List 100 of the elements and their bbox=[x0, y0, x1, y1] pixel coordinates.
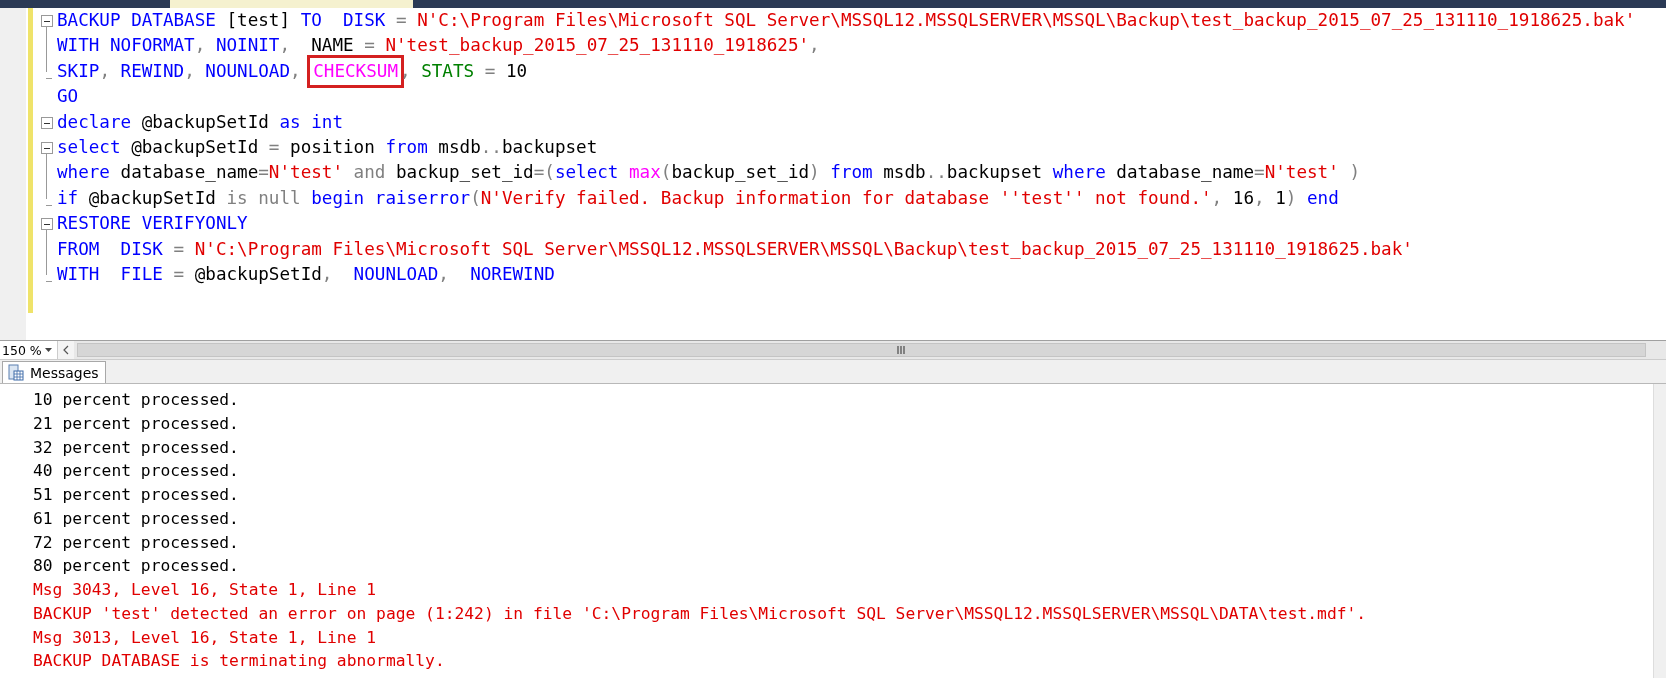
sql-operator: , bbox=[184, 59, 196, 83]
sql-keyword: DISK bbox=[120, 237, 164, 261]
vertical-scrollbar[interactable] bbox=[1653, 384, 1666, 678]
sql-operator: is bbox=[226, 186, 249, 210]
sql-operator: ( bbox=[470, 186, 481, 210]
sql-keyword: as bbox=[279, 110, 302, 134]
sql-operator: .. bbox=[925, 161, 947, 185]
sql-operator: =( bbox=[533, 161, 555, 185]
sql-operator: ) bbox=[809, 161, 821, 185]
sql-identifier: backup_set_id bbox=[671, 161, 810, 185]
sql-operator: , bbox=[400, 59, 412, 83]
messages-tab[interactable]: Messages bbox=[2, 361, 106, 383]
sql-keyword: from bbox=[385, 135, 429, 159]
sql-keyword: DISK bbox=[343, 9, 387, 32]
sql-keyword: FILE bbox=[120, 262, 164, 286]
scroll-left-button[interactable] bbox=[57, 341, 74, 359]
sql-keyword: TO bbox=[300, 9, 323, 32]
sql-keyword: select bbox=[554, 161, 620, 185]
sql-keyword: raiserror bbox=[374, 186, 471, 210]
sql-operator: .. bbox=[480, 135, 502, 159]
message-line: 80 percent processed. bbox=[33, 555, 240, 578]
sql-operator: , bbox=[321, 262, 334, 286]
sql-identifier: @backupSetId bbox=[131, 135, 260, 159]
grip-icon bbox=[897, 346, 906, 354]
collapse-toggle[interactable] bbox=[41, 116, 53, 129]
sql-keyword: NOUNLOAD bbox=[353, 262, 439, 286]
zoom-dropdown[interactable]: 150 % bbox=[0, 341, 57, 359]
sql-operator: = bbox=[268, 135, 281, 159]
message-line: 72 percent processed. bbox=[33, 531, 240, 554]
string-literal: N'Verify failed. Backup information for database ''test'' not found.' bbox=[480, 186, 1212, 210]
sql-identifier: @backupSetId bbox=[88, 186, 217, 210]
sql-operator: ( bbox=[660, 161, 672, 185]
sql-keyword: select bbox=[57, 135, 122, 159]
sql-keyword: REWIND bbox=[120, 59, 185, 83]
message-line: 32 percent processed. bbox=[33, 436, 240, 459]
sql-function: max bbox=[629, 161, 661, 185]
sql-operator: ) bbox=[1285, 186, 1298, 210]
message-line: 21 percent processed. bbox=[33, 412, 240, 435]
sql-identifier: backupset bbox=[501, 135, 598, 159]
message-line: 61 percent processed. bbox=[33, 507, 240, 530]
sql-operator: , bbox=[809, 34, 820, 58]
sql-operator: = bbox=[1254, 161, 1265, 185]
collapse-toggle[interactable] bbox=[41, 141, 53, 154]
sql-operator: ) bbox=[1349, 161, 1360, 185]
message-line: 40 percent processed. bbox=[33, 460, 240, 483]
string-literal: N'test' bbox=[1264, 161, 1340, 185]
sql-operator: , bbox=[194, 34, 207, 58]
caret-icon bbox=[45, 348, 52, 352]
sql-keyword: FROM bbox=[57, 237, 101, 261]
chevron-left-icon bbox=[63, 345, 69, 355]
collapse-toggle[interactable] bbox=[41, 15, 53, 27]
sql-identifier: 16 bbox=[1232, 186, 1254, 210]
sql-identifier: @backupSetId bbox=[141, 110, 270, 134]
sql-identifier: msdb bbox=[883, 161, 926, 185]
collapse-toggle[interactable] bbox=[41, 218, 53, 231]
sql-operator: and bbox=[353, 161, 387, 185]
sql-identifier: database_name bbox=[120, 161, 259, 185]
sql-keyword: GO bbox=[57, 85, 79, 109]
string-literal: N'test' bbox=[268, 161, 344, 185]
sql-keyword: end bbox=[1306, 186, 1339, 210]
message-line: 10 percent processed. bbox=[33, 389, 240, 411]
sql-operator: = bbox=[173, 262, 186, 286]
sql-keyword: from bbox=[830, 161, 874, 185]
sql-identifier: 10 bbox=[505, 59, 528, 83]
sql-keyword: begin bbox=[311, 186, 366, 210]
fold-end-line bbox=[46, 280, 52, 282]
fold-end-line bbox=[46, 77, 52, 79]
sql-keyword: RESTORE bbox=[57, 212, 133, 236]
sql-keyword: declare bbox=[57, 110, 133, 134]
error-message: Msg 3043, Level 16, State 1, Line 1 bbox=[33, 579, 378, 601]
sql-keyword: WITH bbox=[57, 34, 101, 58]
sql-identifier: backupset bbox=[946, 161, 1044, 185]
scrollbar-thumb[interactable] bbox=[77, 343, 1646, 357]
sql-operator: = bbox=[364, 34, 376, 58]
sql-keyword: if bbox=[57, 186, 80, 210]
sql-keyword: VERIFYONLY bbox=[141, 212, 248, 236]
sql-identifier: NAME bbox=[311, 34, 355, 58]
sql-operator: = bbox=[484, 59, 497, 83]
sql-operator: , bbox=[279, 34, 292, 58]
sql-keyword: NOFORMAT bbox=[109, 34, 195, 58]
sql-operator: , bbox=[290, 59, 302, 83]
sql-keyword: NOUNLOAD bbox=[205, 59, 291, 83]
sql-identifier: backup_set_id bbox=[396, 161, 534, 185]
sql-identifier: position bbox=[290, 135, 376, 159]
sql-keyword: SKIP bbox=[57, 59, 100, 83]
sql-operator: , bbox=[1211, 186, 1224, 210]
sql-identifier: [test] bbox=[226, 9, 292, 32]
sql-keyword: where bbox=[57, 161, 111, 185]
string-literal: N'test_backup_2015_07_25_131110_1918625' bbox=[385, 34, 810, 58]
sql-operator: = bbox=[173, 237, 186, 261]
error-message: Msg 3013, Level 16, State 1, Line 1 bbox=[33, 626, 378, 649]
sql-keyword: where bbox=[1052, 161, 1107, 185]
sql-operator: = bbox=[396, 9, 408, 32]
fold-end-line bbox=[46, 204, 52, 206]
document-grid-icon bbox=[8, 364, 24, 381]
sql-keyword: BACKUP bbox=[57, 9, 122, 32]
string-literal: N'C:\Program Files\Microsoft SQL Server\MSSQL12.MSSQLSERVER\MSSQL\Backup\test_backup_2015_07_25_131110_1918625.bak' bbox=[417, 9, 1636, 32]
sql-identifier: database_name bbox=[1116, 161, 1255, 185]
sql-identifier: @backupSetId bbox=[194, 262, 322, 286]
error-message: BACKUP 'test' detected an error on page (1:242) in file 'C:\Program Files\Microsoft SQL Server\MSSQL12.MSSQLSERVER\MSSQL\DATA\test.mdf'. bbox=[33, 602, 1368, 625]
